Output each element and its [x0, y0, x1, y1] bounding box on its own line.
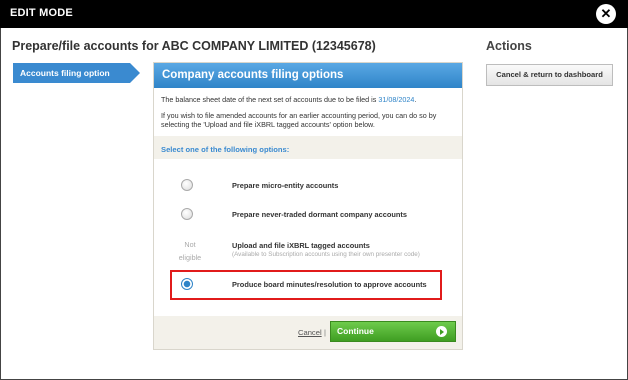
window-title: EDIT MODE: [10, 7, 73, 19]
option-micro-entity[interactable]: Prepare micro-entity accounts: [154, 174, 462, 198]
continue-button[interactable]: Continue: [330, 321, 456, 342]
page-title: Prepare/file accounts for ABC COMPANY LI…: [12, 39, 376, 53]
filing-options-panel: Company accounts filing options The bala…: [153, 62, 463, 350]
radio-micro-entity[interactable]: [181, 179, 193, 191]
cancel-return-dashboard-button[interactable]: Cancel & return to dashboard: [486, 64, 613, 86]
arrow-right-icon: [436, 326, 447, 337]
not-eligible-label: Not eligible: [178, 240, 202, 262]
info-amended: If you wish to file amended accounts for…: [161, 111, 437, 129]
option-label: Prepare never-traded dormant company acc…: [232, 210, 407, 219]
option-sublabel: (Available to Subscription accounts usin…: [232, 251, 420, 258]
titlebar: EDIT MODE ✕: [0, 0, 628, 28]
select-options-label: Select one of the following options:: [161, 145, 290, 154]
selection-highlight-box: [170, 270, 442, 300]
continue-label: Continue: [337, 326, 374, 336]
option-dormant[interactable]: Prepare never-traded dormant company acc…: [154, 203, 462, 227]
panel-title: Company accounts filing options: [154, 63, 462, 88]
separator: |: [324, 328, 326, 337]
radio-dormant[interactable]: [181, 208, 193, 220]
close-icon[interactable]: ✕: [596, 4, 616, 24]
option-label: Prepare micro-entity accounts: [232, 181, 339, 190]
panel-info: The balance sheet date of the next set o…: [154, 88, 462, 136]
option-label: Upload and file iXBRL tagged accounts: [232, 241, 370, 250]
actions-heading: Actions: [486, 39, 532, 53]
option-upload-ixbrl: Not eligible Upload and file iXBRL tagge…: [154, 234, 462, 264]
cancel-link[interactable]: Cancel: [298, 328, 322, 337]
info-due-date: The balance sheet date of the next set o…: [161, 95, 417, 104]
step-tab-accounts-filing-option[interactable]: Accounts filing option: [13, 63, 140, 83]
due-date: 31/08/2024: [378, 95, 415, 104]
